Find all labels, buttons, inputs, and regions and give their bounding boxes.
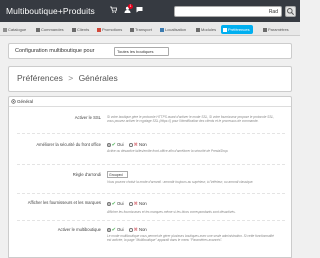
cross-icon: ✖ <box>133 227 138 233</box>
breadcrumb-separator: > <box>68 73 74 83</box>
suppliers-label: Afficher les fournisseurs et les marques <box>27 200 101 205</box>
tab-parametres[interactable]: Paramètres <box>263 25 289 34</box>
app-title: Multiboutique+Produits <box>6 6 95 16</box>
parametres-icon <box>263 27 267 32</box>
divider <box>17 220 285 221</box>
security-yes[interactable]: ✔ Oui <box>107 142 124 148</box>
search-icon <box>287 8 295 16</box>
check-icon: ✔ <box>111 201 116 207</box>
tab-localisation[interactable]: Localisation <box>160 25 186 34</box>
suppliers-no[interactable]: ✖ Non <box>129 201 147 207</box>
breadcrumb-parent[interactable]: Préférences <box>17 73 63 83</box>
tab-clients[interactable]: Clients <box>72 25 89 34</box>
divider <box>17 164 285 165</box>
ssl-label: Activer le SSL <box>74 115 101 120</box>
messages-icon[interactable] <box>136 6 143 13</box>
search-button[interactable] <box>285 6 296 17</box>
localisation-icon <box>160 27 164 32</box>
radio-no[interactable] <box>129 202 133 206</box>
tab-preferences[interactable]: Préférences <box>221 25 253 34</box>
tab-promotions[interactable]: Promotions <box>97 25 122 34</box>
radio-yes[interactable] <box>107 143 111 147</box>
ssl-help: Si votre boutique gère le protocole HTTP… <box>107 115 275 123</box>
breadcrumb-current: Générales <box>78 73 118 83</box>
panel-heading: Général <box>9 97 291 107</box>
radio-no[interactable] <box>129 228 133 232</box>
multishop-bar: Configuration multiboutique pour Toutes … <box>8 43 292 59</box>
modules-icon <box>196 27 200 32</box>
suppliers-yes[interactable]: ✔ Oui <box>107 201 124 207</box>
tab-transport[interactable]: Transport <box>130 25 152 34</box>
divider <box>17 133 285 134</box>
multishop-label-row: Activer le multiboutique <box>57 227 101 232</box>
cart-icon[interactable] <box>110 6 117 13</box>
multishop-no[interactable]: ✖ Non <box>129 227 147 233</box>
general-panel: Général Activer le SSL Si votre boutique… <box>8 96 292 258</box>
radio-no[interactable] <box>129 143 133 147</box>
radio-yes[interactable] <box>107 202 111 206</box>
catalogue-icon <box>3 27 7 32</box>
security-label: Améliorer la sécurité du front office <box>36 142 101 147</box>
check-icon: ✔ <box>111 142 116 148</box>
preferences-icon <box>223 27 227 32</box>
clients-icon <box>72 27 76 32</box>
notification-badge: 1 <box>128 4 133 9</box>
tab-modules[interactable]: Modules <box>196 25 216 34</box>
multishop-help: Le mode multiboutique vous permet de gér… <box>107 234 274 242</box>
page-title: Préférences > Générales <box>17 73 118 83</box>
divider <box>17 193 285 194</box>
panel-title: Général <box>17 99 34 104</box>
security-no[interactable]: ✖ Non <box>129 142 147 148</box>
rounding-label: Règle d'arrondi <box>72 172 101 177</box>
check-icon: ✔ <box>111 227 116 233</box>
transport-icon <box>130 27 134 32</box>
search-input[interactable]: Rad <box>174 6 296 17</box>
suppliers-help: Afficher les fournisseurs et les marques… <box>107 210 236 214</box>
multishop-label: Configuration multiboutique pour <box>15 48 95 54</box>
shop-select-value: Toutes les boutiques <box>117 49 154 54</box>
cross-icon: ✖ <box>133 201 138 207</box>
main-tabs: Catalogue Commandes Clients Promotions T… <box>0 22 300 36</box>
cross-icon: ✖ <box>133 142 138 148</box>
tab-catalogue[interactable]: Catalogue <box>3 25 26 34</box>
security-help: Active ou désactive la/les/en/de front-o… <box>107 149 229 153</box>
orders-icon <box>36 27 40 32</box>
shop-select[interactable]: Toutes les boutiques <box>114 47 169 56</box>
gear-icon <box>11 99 16 104</box>
tab-commandes[interactable]: Commandes <box>36 25 64 34</box>
search-value: Rad <box>268 9 278 15</box>
multishop-yes[interactable]: ✔ Oui <box>107 227 124 233</box>
rounding-help: Vous pouvez choisir la mode d'arrondi : … <box>107 180 254 184</box>
page-header: Préférences > Générales <box>8 66 292 92</box>
top-bar: Multiboutique+Produits 1 Rad <box>0 0 300 22</box>
promotions-icon <box>97 27 101 32</box>
radio-yes[interactable] <box>107 228 111 232</box>
rounding-select[interactable]: Grouped <box>107 171 128 178</box>
